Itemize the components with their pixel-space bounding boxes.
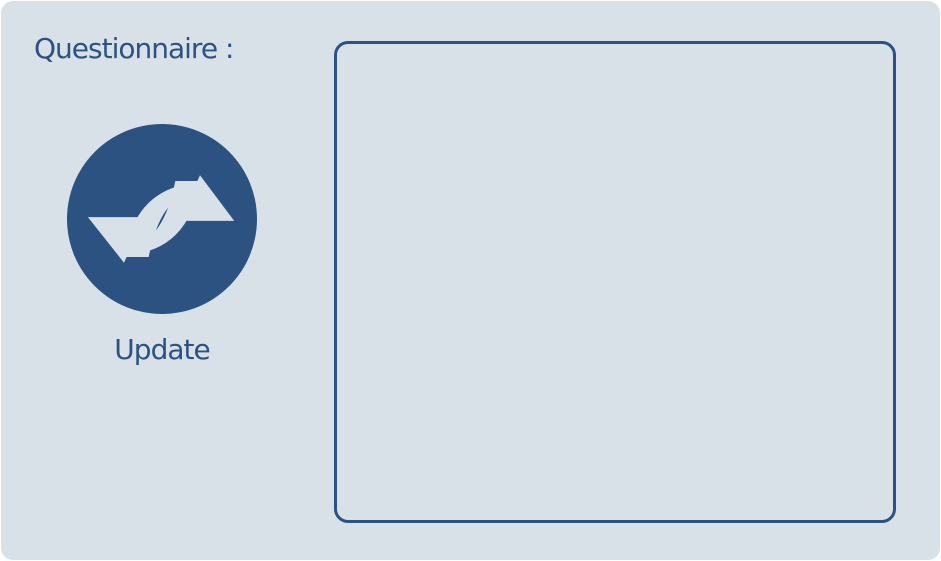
refresh-icon[interactable] [67, 124, 257, 314]
update-label: Update [114, 333, 210, 366]
page-title: Questionnaire : [34, 32, 234, 65]
questionnaire-panel: Questionnaire : Update [1, 1, 940, 560]
questionnaire-content-area[interactable] [334, 41, 896, 523]
update-button[interactable]: Update [59, 116, 265, 382]
